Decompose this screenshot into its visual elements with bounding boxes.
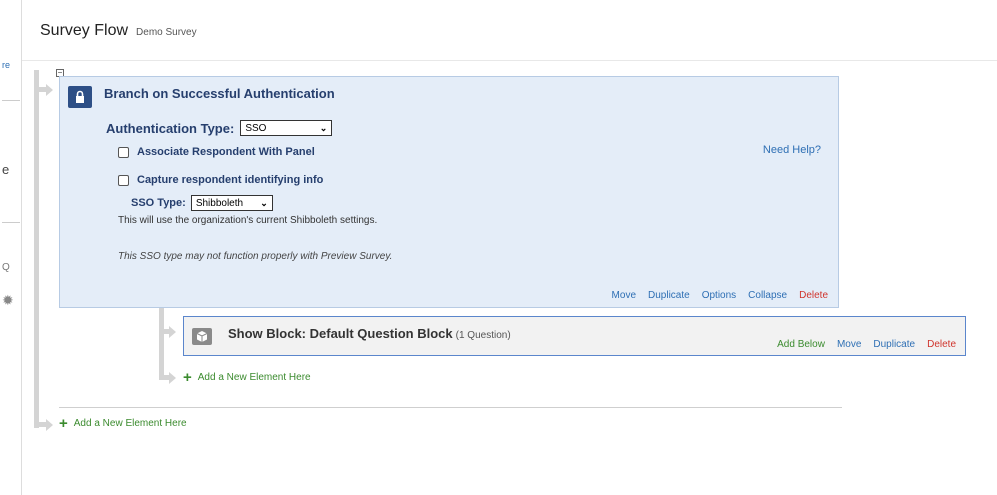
branch-duplicate-link[interactable]: Duplicate bbox=[648, 290, 690, 301]
branch-title: Branch on Successful Authentication bbox=[104, 86, 335, 101]
associate-panel-row: Associate Respondent With Panel bbox=[118, 146, 315, 158]
auth-type-select[interactable]: SSO ⌄ bbox=[240, 120, 333, 136]
plus-icon: + bbox=[59, 414, 68, 432]
edge-gear-icon: ✹ bbox=[2, 292, 14, 308]
sso-type-row: SSO Type: Shibboleth ⌄ bbox=[131, 195, 273, 211]
sso-type-label: SSO Type: bbox=[131, 197, 186, 209]
flow-connector bbox=[159, 329, 169, 334]
auth-type-row: Authentication Type: SSO ⌄ bbox=[106, 120, 333, 136]
survey-name: Demo Survey bbox=[136, 27, 197, 38]
need-help-link[interactable]: Need Help? bbox=[763, 144, 821, 156]
block-title: Show Block: Default Question Block (1 Que… bbox=[228, 326, 511, 341]
flow-line-root bbox=[34, 70, 39, 428]
branch-actions: Move Duplicate Options Collapse Delete bbox=[612, 290, 828, 301]
auth-type-value: SSO bbox=[245, 122, 267, 134]
edge-divider bbox=[2, 222, 20, 223]
plus-icon: + bbox=[183, 368, 192, 386]
block-question-count: (1 Question) bbox=[455, 330, 511, 341]
block-title-text: Show Block: Default Question Block bbox=[228, 326, 453, 341]
background-app-panel: re e Q ✹ bbox=[0, 0, 22, 495]
sso-type-select[interactable]: Shibboleth ⌄ bbox=[190, 195, 273, 211]
flow-divider bbox=[59, 407, 842, 408]
preview-warning-note: This SSO type may not function properly … bbox=[118, 251, 393, 262]
branch-element: Branch on Successful Authentication Auth… bbox=[59, 76, 839, 308]
block-delete-link[interactable]: Delete bbox=[927, 339, 956, 350]
block-move-link[interactable]: Move bbox=[837, 339, 861, 350]
lock-icon bbox=[68, 86, 92, 108]
flow-connector bbox=[34, 422, 46, 427]
branch-move-link[interactable]: Move bbox=[612, 290, 636, 301]
block-add-below-link[interactable]: Add Below bbox=[777, 339, 825, 350]
block-duplicate-link[interactable]: Duplicate bbox=[873, 339, 915, 350]
associate-panel-label: Associate Respondent With Panel bbox=[137, 146, 315, 158]
sso-type-value: Shibboleth bbox=[195, 197, 244, 209]
add-element-outer-link[interactable]: + Add a New Element Here bbox=[59, 414, 187, 432]
capture-info-label: Capture respondent identifying info bbox=[137, 174, 324, 186]
flow-arrow-icon bbox=[46, 84, 53, 96]
add-element-outer-label: Add a New Element Here bbox=[73, 418, 187, 429]
edge-text-fragment: Q bbox=[2, 262, 10, 273]
flow-line-branch bbox=[159, 308, 164, 380]
chevron-down-icon: ⌄ bbox=[319, 122, 328, 133]
add-element-inner-label: Add a New Element Here bbox=[197, 372, 311, 383]
block-actions: Add Below Move Duplicate Delete bbox=[777, 339, 956, 350]
flow-arrow-icon bbox=[46, 419, 53, 431]
flow-connector bbox=[34, 87, 46, 92]
edge-text-fragment: e bbox=[2, 162, 10, 177]
associate-panel-checkbox[interactable] bbox=[118, 146, 129, 158]
page-title: Survey Flow bbox=[40, 22, 129, 39]
block-cube-icon bbox=[192, 328, 212, 345]
header-divider bbox=[22, 60, 997, 61]
branch-collapse-link[interactable]: Collapse bbox=[748, 290, 787, 301]
capture-info-checkbox[interactable] bbox=[118, 174, 129, 186]
add-element-inner-link[interactable]: + Add a New Element Here bbox=[183, 368, 311, 386]
auth-type-label: Authentication Type: bbox=[106, 120, 235, 136]
flow-arrow-icon bbox=[169, 372, 176, 384]
capture-info-row: Capture respondent identifying info bbox=[118, 174, 323, 186]
branch-options-link[interactable]: Options bbox=[702, 290, 736, 301]
flow-connector bbox=[159, 375, 169, 380]
branch-delete-link[interactable]: Delete bbox=[799, 290, 828, 301]
flow-arrow-icon bbox=[169, 326, 176, 338]
chevron-down-icon: ⌄ bbox=[260, 197, 268, 208]
sso-settings-note: This will use the organization's current… bbox=[118, 215, 378, 226]
edge-text-fragment: re bbox=[2, 60, 11, 70]
page-header: Survey Flow Demo Survey bbox=[40, 22, 197, 40]
edge-divider bbox=[2, 100, 20, 101]
show-block-element: Show Block: Default Question Block (1 Que… bbox=[183, 316, 966, 356]
